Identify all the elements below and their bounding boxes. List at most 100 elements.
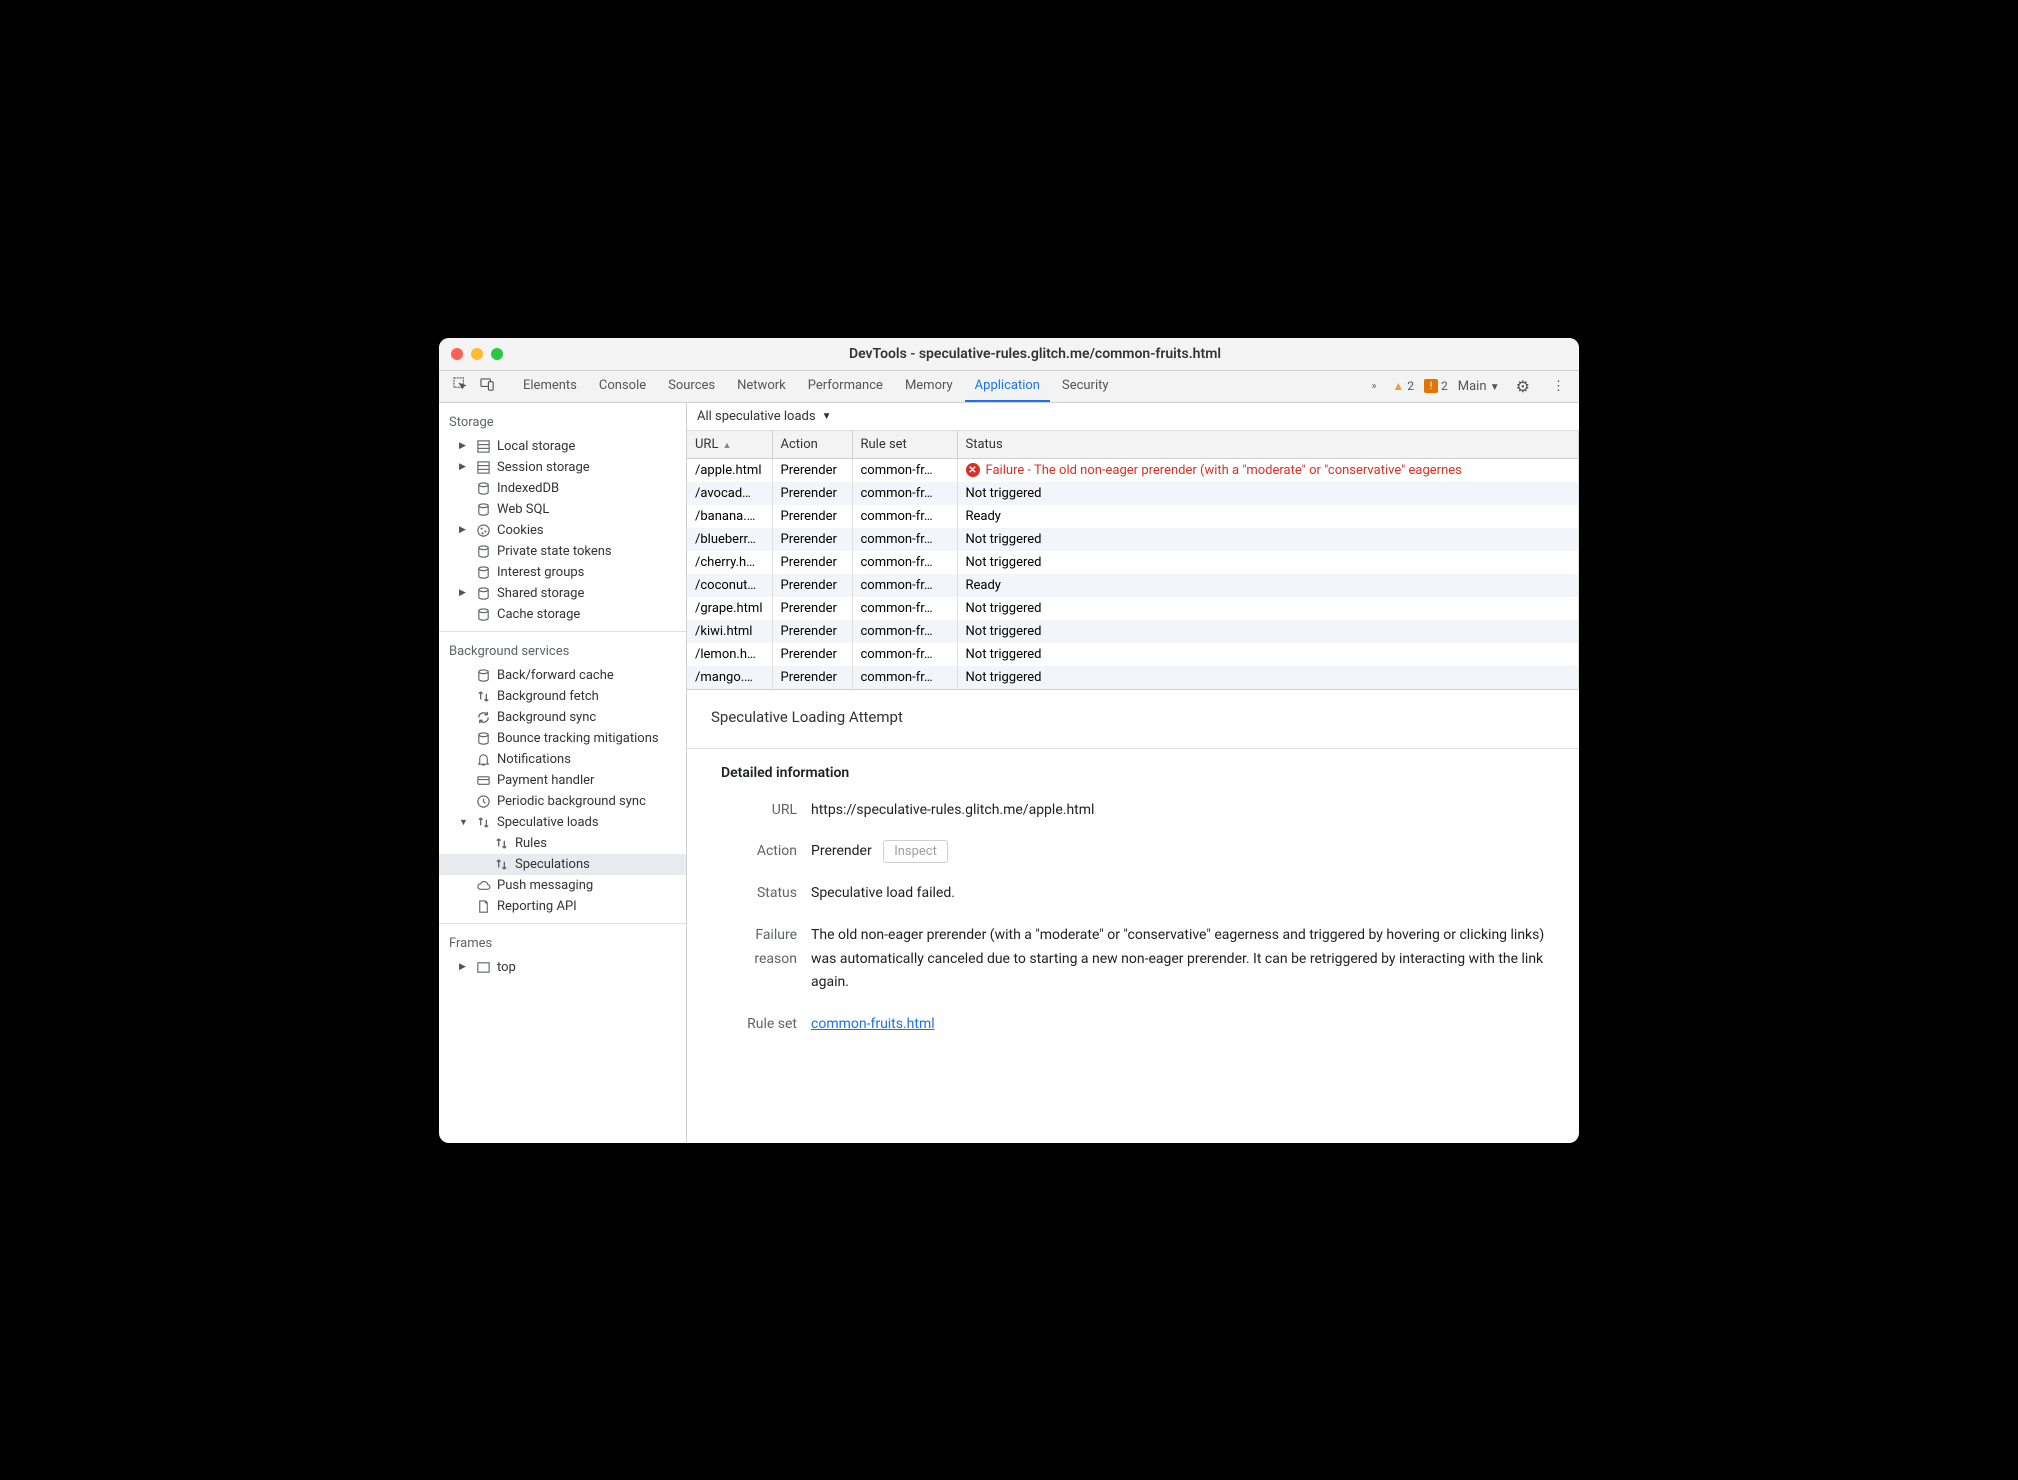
detail-status-label: Status [711,882,811,906]
disk-icon [475,607,491,622]
more-menu-icon[interactable]: ⋮ [1546,375,1571,398]
card-icon [475,773,491,788]
tab-sources[interactable]: Sources [658,371,725,401]
sidebar-item-speculations[interactable]: Speculations [439,854,686,875]
sidebar-item-label: Background fetch [497,689,599,704]
sidebar-item-shared-storage[interactable]: ▶Shared storage [439,583,686,604]
sidebar-item-private-state-tokens[interactable]: Private state tokens [439,541,686,562]
sidebar-item-reporting-api[interactable]: Reporting API [439,896,686,917]
main-toolbar: ElementsConsoleSourcesNetworkPerformance… [439,371,1579,403]
updown-icon [475,689,491,704]
detail-heading: Speculative Loading Attempt [711,708,1555,726]
sidebar-item-cookies[interactable]: ▶Cookies [439,520,686,541]
detail-failure-value: The old non-eager prerender (with a "mod… [811,924,1555,995]
detail-url-label: URL [711,799,811,823]
sidebar-item-label: Interest groups [497,565,584,580]
db-icon [475,439,491,454]
maximize-window-button[interactable] [491,348,503,360]
bell-icon [475,752,491,767]
table-row[interactable]: /kiwi.htmlPrerendercommon-fr…Not trigger… [687,620,1579,643]
table-row[interactable]: /cherry.h…Prerendercommon-fr…Not trigger… [687,551,1579,574]
sidebar-item-web-sql[interactable]: Web SQL [439,499,686,520]
updown-icon [493,857,509,872]
filter-bar[interactable]: All speculative loads▼ [687,403,1579,431]
sidebar-section-frames: Frames [439,930,686,957]
disk-icon [475,502,491,517]
disk-icon [475,481,491,496]
updown-icon [493,836,509,851]
tab-security[interactable]: Security [1052,371,1119,401]
column-header-rule-set[interactable]: Rule set [852,431,957,459]
devtools-window: DevTools - speculative-rules.glitch.me/c… [439,338,1579,1143]
warnings-badge[interactable]: ▲2 [1392,379,1414,393]
table-row[interactable]: /blueberr…Prerendercommon-fr…Not trigger… [687,528,1579,551]
sidebar-item-push-messaging[interactable]: Push messaging [439,875,686,896]
detail-action-value: Prerender Inspect [811,840,1555,864]
table-row[interactable]: /mango.…Prerendercommon-fr…Not triggered [687,666,1579,689]
tab-elements[interactable]: Elements [513,371,587,401]
disk-icon [475,668,491,683]
sidebar-item-label: Web SQL [497,502,549,517]
panel-tabs: ElementsConsoleSourcesNetworkPerformance… [513,371,1366,401]
inspect-button[interactable]: Inspect [883,840,948,863]
tab-memory[interactable]: Memory [895,371,963,401]
table-row[interactable]: /coconut…Prerendercommon-fr…Ready [687,574,1579,597]
table-row[interactable]: /grape.htmlPrerendercommon-fr…Not trigge… [687,597,1579,620]
sidebar-item-label: Shared storage [497,586,584,601]
sidebar-item-label: top [497,960,516,975]
sidebar-item-bounce-tracking-mitigations[interactable]: Bounce tracking mitigations [439,728,686,749]
detail-ruleset-link[interactable]: common-fruits.html [811,1016,935,1032]
table-row[interactable]: /banana.…Prerendercommon-fr…Ready [687,505,1579,528]
sync-icon [475,710,491,725]
sidebar-item-indexeddb[interactable]: IndexedDB [439,478,686,499]
sidebar-item-label: Session storage [497,460,590,475]
sidebar-item-label: Push messaging [497,878,593,893]
tab-performance[interactable]: Performance [798,371,893,401]
detail-action-label: Action [711,840,811,864]
frame-icon [475,960,491,975]
sidebar-item-periodic-background-sync[interactable]: Periodic background sync [439,791,686,812]
device-toggle-icon[interactable] [474,373,501,400]
sidebar-item-cache-storage[interactable]: Cache storage [439,604,686,625]
sidebar-item-rules[interactable]: Rules [439,833,686,854]
detail-status-value: Speculative load failed. [811,882,1555,906]
sidebar-item-back-forward-cache[interactable]: Back/forward cache [439,665,686,686]
table-row[interactable]: /avocad…Prerendercommon-fr…Not triggered [687,482,1579,505]
table-row[interactable]: /lemon.h…Prerendercommon-fr…Not triggere… [687,643,1579,666]
cookie-icon [475,523,491,538]
target-selector[interactable]: Main ▼ [1458,379,1500,394]
inspect-element-icon[interactable] [447,373,474,400]
sidebar-item-label: Private state tokens [497,544,612,559]
detail-section-title: Detailed information [687,748,1579,781]
tab-console[interactable]: Console [589,371,656,401]
more-tabs-button[interactable]: » [1366,377,1383,396]
column-header-action[interactable]: Action [772,431,852,459]
sidebar-item-background-sync[interactable]: Background sync [439,707,686,728]
sidebar-item-label: Local storage [497,439,575,454]
speculations-table: URL▲ActionRule setStatus /apple.htmlPrer… [687,431,1579,690]
table-row[interactable]: /apple.htmlPrerendercommon-fr…✕Failure -… [687,458,1579,482]
sidebar-item-top[interactable]: ▶top [439,957,686,978]
sidebar-item-interest-groups[interactable]: Interest groups [439,562,686,583]
sidebar-item-label: Cookies [497,523,544,538]
column-header-url[interactable]: URL▲ [687,431,772,459]
disk-icon [475,731,491,746]
settings-icon[interactable]: ⚙ [1510,373,1536,400]
column-header-status[interactable]: Status [957,431,1579,459]
sidebar-item-local-storage[interactable]: ▶Local storage [439,436,686,457]
detail-ruleset-label: Rule set [711,1013,811,1037]
tab-network[interactable]: Network [727,371,796,401]
issues-badge[interactable]: !2 [1424,379,1448,393]
sidebar-item-label: Periodic background sync [497,794,646,809]
sidebar-item-speculative-loads[interactable]: ▼Speculative loads [439,812,686,833]
sidebar-item-notifications[interactable]: Notifications [439,749,686,770]
tab-application[interactable]: Application [965,371,1050,402]
sidebar-section-background: Background services [439,638,686,665]
sidebar-item-payment-handler[interactable]: Payment handler [439,770,686,791]
sidebar-item-background-fetch[interactable]: Background fetch [439,686,686,707]
close-window-button[interactable] [451,348,463,360]
sidebar-item-session-storage[interactable]: ▶Session storage [439,457,686,478]
window-controls [451,348,503,360]
minimize-window-button[interactable] [471,348,483,360]
sidebar-item-label: Notifications [497,752,571,767]
